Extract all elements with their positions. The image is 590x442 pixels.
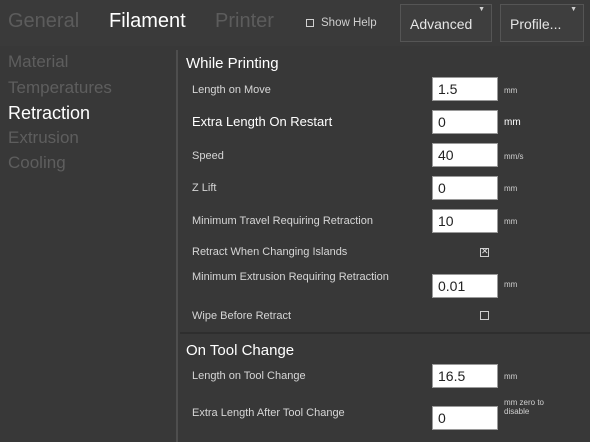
row-label-wipe-before-retract: Wipe Before Retract	[192, 310, 292, 322]
show-help-label: Show Help	[321, 17, 377, 29]
tab-general[interactable]: General	[8, 10, 79, 33]
chevron-down-icon: ▼	[478, 6, 485, 13]
section-title-while-printing: While Printing	[186, 55, 279, 72]
row-label-length-on-move: Length on Move	[192, 84, 271, 96]
row-label-extra-length-on-restart: Extra Length On Restart	[192, 114, 333, 129]
sidebar-divider	[176, 50, 178, 442]
wipe-before-retract-checkbox[interactable]	[480, 311, 489, 320]
row-label-extra-length-after-tool-change: Extra Length After Tool Change	[192, 407, 345, 419]
speed-input[interactable]: 40	[432, 143, 498, 167]
tab-filament[interactable]: Filament	[109, 10, 186, 33]
minimum-travel-input[interactable]: 10	[432, 209, 498, 233]
row-label-retract-when-changing-islands: Retract When Changing Islands	[192, 246, 348, 258]
show-help-toggle[interactable]: Show Help	[306, 17, 377, 29]
minimum-extrusion-unit: mm	[504, 280, 518, 289]
row-label-speed: Speed	[192, 150, 224, 162]
advanced-label: Advanced	[410, 16, 473, 32]
row-label-length-on-tool-change: Length on Tool Change	[192, 370, 306, 382]
z-lift-unit: mm	[504, 184, 518, 193]
row-label-z-lift: Z Lift	[192, 182, 217, 194]
speed-unit: mm/s	[504, 152, 524, 161]
sidebar-item-retraction[interactable]: Retraction	[8, 103, 90, 124]
minimum-travel-unit: mm	[504, 217, 518, 226]
section-title-on-tool-change: On Tool Change	[186, 342, 295, 359]
retract-when-changing-islands-checkbox[interactable]	[480, 246, 489, 257]
sidebar-item-temperatures[interactable]: Temperatures	[8, 78, 112, 98]
z-lift-input[interactable]: 0	[432, 176, 498, 200]
profile-dropdown[interactable]: Profile... ▼	[500, 4, 584, 42]
show-help-checkbox[interactable]	[306, 18, 314, 27]
sidebar-item-cooling[interactable]: Cooling	[8, 153, 66, 173]
top-tab-bar: General Filament Printer Show Help Advan…	[0, 0, 590, 46]
settings-sidebar: Material Temperatures Retraction Extrusi…	[0, 46, 175, 442]
profile-label: Profile...	[510, 16, 562, 32]
extra-length-on-restart-input[interactable]: 0	[432, 110, 498, 134]
extra-length-after-tool-change-unit: mm zero to disable	[504, 398, 545, 416]
section-separator	[180, 332, 590, 334]
sidebar-item-material[interactable]: Material	[8, 52, 68, 72]
extra-length-on-restart-unit: mm	[504, 117, 521, 128]
length-on-move-input[interactable]: 1.5	[432, 77, 498, 101]
row-label-minimum-travel: Minimum Travel Requiring Retraction	[192, 215, 373, 227]
length-on-move-unit: mm	[504, 86, 518, 95]
advanced-dropdown[interactable]: Advanced ▼	[400, 4, 492, 42]
length-on-tool-change-input[interactable]: 16.5	[432, 364, 498, 388]
minimum-extrusion-input[interactable]: 0.01	[432, 274, 498, 298]
sidebar-item-extrusion[interactable]: Extrusion	[8, 128, 79, 148]
tab-printer[interactable]: Printer	[215, 10, 274, 33]
row-label-minimum-extrusion: Minimum Extrusion Requiring Retraction	[192, 271, 389, 283]
length-on-tool-change-unit: mm	[504, 372, 518, 381]
chevron-down-icon: ▼	[570, 6, 577, 13]
extra-length-after-tool-change-input[interactable]: 0	[432, 406, 498, 430]
